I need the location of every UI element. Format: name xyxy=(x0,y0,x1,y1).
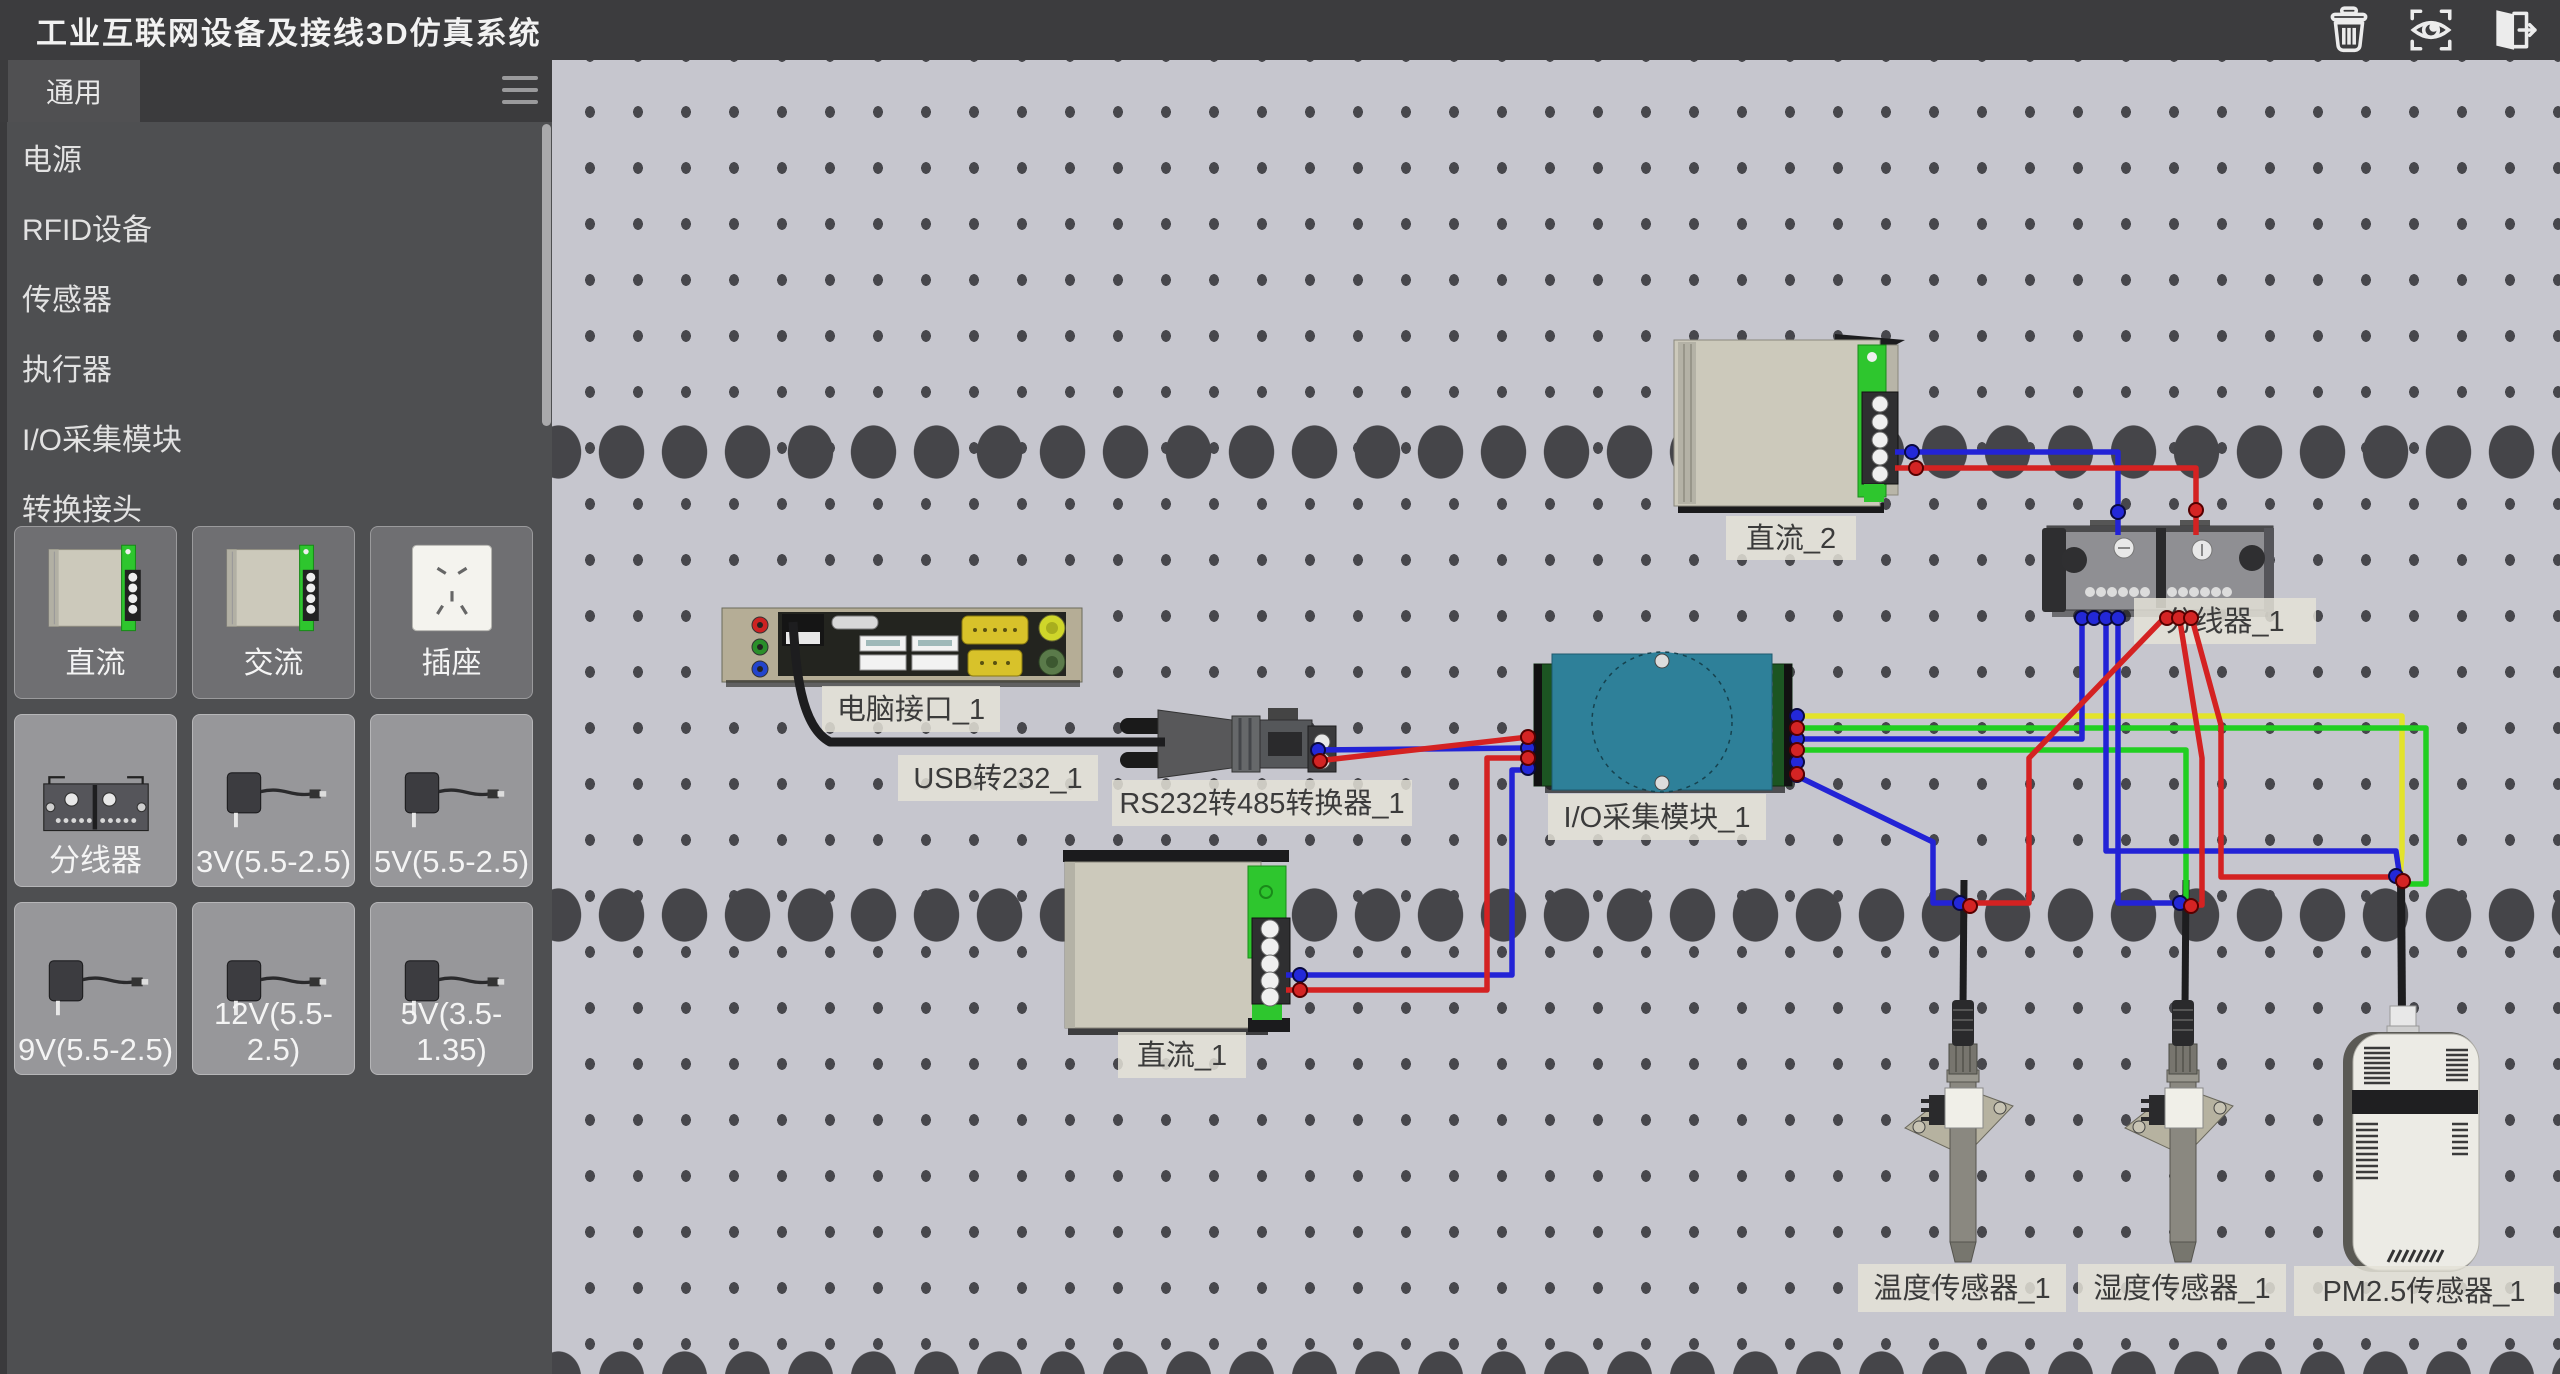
device-pc-interface[interactable] xyxy=(722,608,1082,687)
device-hum-sensor[interactable] xyxy=(2125,1000,2233,1262)
wire-green xyxy=(1795,750,2186,903)
component-label: 插座 xyxy=(371,638,532,682)
device-temp-sensor[interactable] xyxy=(1905,1000,2013,1262)
label-io: I/O采集模块_1 xyxy=(1548,794,1766,840)
label-hum: 湿度传感器_1 xyxy=(2078,1264,2286,1312)
menu-icon[interactable] xyxy=(502,76,538,106)
sidebar-item-io[interactable]: I/O采集模块 xyxy=(0,406,540,476)
label-rs485: RS232转485转换器_1 xyxy=(1112,780,1412,826)
wire-red xyxy=(1895,468,2196,535)
label-pc: 电脑接口_1 xyxy=(822,686,1000,732)
component-label: 5V(3.5-1.35) xyxy=(371,996,532,1068)
device-io-module[interactable] xyxy=(1534,652,1792,793)
toolbar xyxy=(2324,5,2538,55)
tab-general-label: 通用 xyxy=(46,71,102,111)
label-usb: USB转232_1 xyxy=(898,755,1098,801)
component-label: 12V(5.5-2.5) xyxy=(193,996,354,1068)
component-card-splitter[interactable]: 分线器 xyxy=(14,714,177,887)
wire-red xyxy=(2191,615,2398,877)
component-card-5v[interactable]: 5V(5.5-2.5) xyxy=(370,714,533,887)
sidebar-item-sensor[interactable]: 传感器 xyxy=(0,266,540,336)
component-sidebar: 通用 电源 RFID设备 传感器 执行器 I/O采集模块 转换接头 xyxy=(0,60,552,1374)
component-card-12v[interactable]: 12V(5.5-2.5) xyxy=(192,902,355,1075)
exit-icon[interactable] xyxy=(2488,5,2538,55)
trash-icon[interactable] xyxy=(2324,5,2374,55)
wire-blue xyxy=(1795,615,2082,739)
wire-blue xyxy=(1895,452,2118,535)
component-label: 直流 xyxy=(15,638,176,682)
component-label: 9V(5.5-2.5) xyxy=(15,1032,176,1068)
component-card-socket[interactable]: 插座 xyxy=(370,526,533,699)
component-card-9v[interactable]: 9V(5.5-2.5) xyxy=(14,902,177,1075)
component-card-5v-small[interactable]: 5V(3.5-1.35) xyxy=(370,902,533,1075)
device-label: 直流_2 xyxy=(1746,522,1836,555)
title-bar: 工业互联网设备及接线3D仿真系统 xyxy=(0,0,2560,60)
app-title: 工业互联网设备及接线3D仿真系统 xyxy=(36,8,542,53)
component-label: 3V(5.5-2.5) xyxy=(193,844,354,880)
component-label: 交流 xyxy=(193,638,354,682)
component-card-3v[interactable]: 3V(5.5-2.5) xyxy=(192,714,355,887)
device-label: USB转232_1 xyxy=(913,762,1082,795)
label-pm25: PM2.5传感器_1 xyxy=(2294,1266,2554,1316)
label-dc2: 直流_2 xyxy=(1726,516,1856,560)
device-label: 湿度传感器_1 xyxy=(2093,1272,2270,1305)
focus-view-icon[interactable] xyxy=(2406,5,2456,55)
device-label: PM2.5传感器_1 xyxy=(2322,1275,2525,1308)
device-label: I/O采集模块_1 xyxy=(1564,801,1751,834)
sensor-labels: 温度传感器_1 湿度传感器_1 PM2.5传感器_1 xyxy=(1858,1264,2554,1316)
tab-general[interactable]: 通用 xyxy=(8,60,140,122)
component-grid: 直流 交流 插座 分线器 3V(5.5-2.5) 5V(5.5-2.5) 9V(… xyxy=(14,526,533,1075)
wire-red xyxy=(2179,615,2202,905)
device-label: RS232转485转换器_1 xyxy=(1119,787,1404,820)
wire-blue xyxy=(1795,775,1964,903)
device-label: 电脑接口_1 xyxy=(837,693,985,726)
label-dc1: 直流_1 xyxy=(1118,1032,1246,1078)
wire-blue xyxy=(2106,615,2400,878)
cable-pm25-sensor xyxy=(2401,878,2402,1016)
category-menu: 电源 RFID设备 传感器 执行器 I/O采集模块 转换接头 xyxy=(0,126,540,546)
label-temp: 温度传感器_1 xyxy=(1858,1264,2066,1312)
component-card-ac[interactable]: 交流 xyxy=(192,526,355,699)
wire-red xyxy=(1968,615,2167,903)
component-card-dc[interactable]: 直流 xyxy=(14,526,177,699)
device-label: 温度传感器_1 xyxy=(1873,1272,2050,1305)
device-dc1[interactable] xyxy=(1063,850,1290,1035)
device-label: 直流_1 xyxy=(1137,1039,1227,1072)
device-dc2[interactable] xyxy=(1674,334,1905,513)
tab-strip: 通用 xyxy=(0,60,552,122)
sidebar-item-rfid[interactable]: RFID设备 xyxy=(0,196,540,266)
component-label: 分线器 xyxy=(15,835,176,880)
sidebar-item-power[interactable]: 电源 xyxy=(0,126,540,196)
canvas[interactable]: 直流_2 电脑接口_1 USB转232_1 RS232转485转换器_1 I/O… xyxy=(552,60,2560,1374)
device-pm25-sensor[interactable] xyxy=(2343,1006,2479,1272)
sidebar-scrollbar-thumb[interactable] xyxy=(542,124,551,426)
sidebar-item-actuator[interactable]: 执行器 xyxy=(0,336,540,406)
component-label: 5V(5.5-2.5) xyxy=(371,844,532,880)
